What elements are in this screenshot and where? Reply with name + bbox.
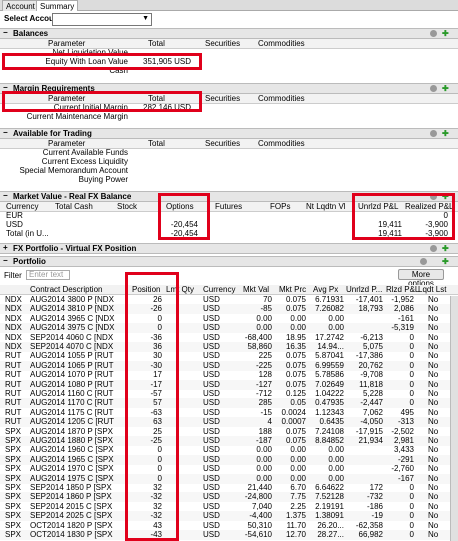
col-lqdt-lst: Lqdt Lst [418,285,447,294]
cell: Total (in U... [6,229,49,238]
settings-icon[interactable] [420,258,427,265]
col-currency: Currency [203,285,236,294]
col-realized: Rlzd P&L [386,285,420,294]
account-selector-bar: Select Account ▼ [0,11,458,28]
table-cell: 28.27... [317,530,344,539]
collapse-icon[interactable]: − [3,28,8,37]
collapse-icon[interactable]: − [3,128,8,137]
table-cell: 12.70 [285,530,306,539]
margin-row: Current Maintenance Margin [0,112,458,122]
col-unrealized: Unrlzd P... [346,285,383,294]
highlight-box [2,53,202,70]
settings-icon[interactable] [430,30,437,37]
highlight-box [2,91,202,112]
table-cell: 0 [409,530,414,539]
highlight-box [352,193,455,240]
trading-row: Buying Power [0,175,458,185]
settings-icon[interactable] [430,85,437,92]
chevron-down-icon: ▼ [142,15,149,22]
param-label: Current Maintenance Margin [26,112,128,121]
tab-bar: Account Summary [0,0,458,11]
highlight-box [125,272,179,541]
add-icon[interactable]: ✚ [442,257,449,266]
col-avg-px: Avg Px [313,285,339,294]
portfolio-section-header[interactable]: − Portfolio ✚ [0,256,458,267]
highlight-box [158,193,210,240]
add-icon[interactable]: ✚ [442,84,449,93]
balances-title: Balances [13,29,49,38]
market-title: Market Value - Real FX Balance [13,192,132,201]
fx-title: FX Portfolio - Virtual FX Position [13,244,137,253]
col-contract: Contract Description [30,285,103,294]
settings-icon[interactable] [430,245,437,252]
col-mkt-prc: Mkt Prc [279,285,307,294]
expand-icon[interactable]: + [3,243,8,252]
add-icon[interactable]: ✚ [442,129,449,138]
add-icon[interactable]: ✚ [442,29,449,38]
more-options-button[interactable]: More options [398,269,444,288]
table-cell: USD [203,530,220,539]
table-cell: OCT2014 1830 P [SPX [30,530,113,539]
settings-icon[interactable] [430,130,437,137]
scrollbar[interactable] [450,296,458,541]
tab-account[interactable]: Account [2,0,39,11]
portfolio-title: Portfolio [13,257,46,266]
table-row[interactable]: SPX OCT2014 1830 P [SPX -43 USD -54,610 12.70… [0,530,458,540]
trading-title: Available for Trading [13,129,92,138]
account-dropdown[interactable]: ▼ [52,13,152,26]
portfolio-header-row: Contract Description Position Lmt Qty Cu… [0,285,458,295]
balances-section-header[interactable]: − Balances ✚ [0,28,458,39]
table-cell: SPX [5,530,22,539]
filter-input[interactable]: Enter text [26,270,70,280]
collapse-icon[interactable]: − [3,256,8,265]
table-cell: 66,982 [358,530,383,539]
fx-section-header[interactable]: + FX Portfolio - Virtual FX Position ✚ [0,243,458,254]
filter-bar: Filter Enter text More options [0,269,458,288]
table-cell: No [428,530,439,539]
col-mkt-val: Mkt Val [243,285,270,294]
collapse-icon[interactable]: − [3,191,8,200]
filter-label: Filter [4,271,22,280]
table-cell: -54,610 [244,530,272,539]
tab-summary[interactable]: Summary [36,0,79,11]
add-icon[interactable]: ✚ [442,244,449,253]
trading-section-header[interactable]: − Available for Trading ✚ [0,128,458,139]
param-label: Buying Power [78,175,128,184]
